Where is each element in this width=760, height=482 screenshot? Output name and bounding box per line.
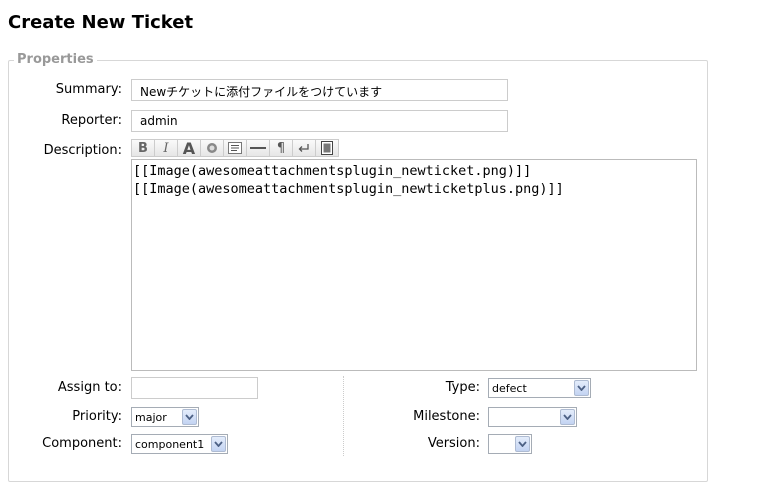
bold-icon: B	[138, 140, 148, 156]
wiki-toolbar: B I A ¶	[131, 138, 339, 158]
heading-button[interactable]: A	[177, 138, 201, 158]
image-button[interactable]	[315, 139, 339, 157]
summary-input[interactable]: Newチケットに添付ファイルをつけています	[131, 79, 508, 101]
milestone-select[interactable]	[488, 407, 577, 427]
type-value: defect	[492, 382, 527, 395]
priority-select[interactable]: major	[131, 407, 199, 427]
reporter-input[interactable]: admin	[131, 110, 508, 132]
column-divider	[343, 376, 344, 456]
heading-icon: A	[182, 138, 196, 158]
chevron-down-icon	[211, 436, 226, 452]
component-value: component1	[135, 438, 205, 451]
type-label: Type:	[445, 380, 480, 395]
horizontal-rule-icon	[250, 147, 266, 149]
type-select[interactable]: defect	[488, 378, 591, 398]
link-icon	[207, 143, 217, 153]
italic-icon: I	[163, 140, 169, 156]
chevron-down-icon	[515, 436, 530, 452]
chevron-down-icon	[574, 380, 589, 396]
chevron-down-icon	[560, 409, 575, 425]
code-block-button[interactable]	[223, 139, 247, 157]
priority-value: major	[135, 411, 167, 424]
properties-legend: Properties	[14, 52, 97, 67]
assign-to-input[interactable]	[131, 377, 258, 399]
assign-to-label: Assign to:	[57, 380, 122, 395]
image-icon	[321, 141, 333, 155]
page-title: Create New Ticket	[8, 12, 194, 33]
code-block-icon	[228, 142, 242, 154]
summary-label: Summary:	[55, 82, 122, 97]
description-label: Description:	[43, 143, 122, 158]
line-break-icon	[298, 144, 309, 152]
italic-button[interactable]: I	[154, 139, 178, 157]
description-textarea[interactable]: [[Image(awesomeattachmentsplugin_newtick…	[131, 159, 697, 371]
reporter-label: Reporter:	[61, 113, 122, 128]
milestone-label: Milestone:	[413, 409, 480, 424]
chevron-down-icon	[182, 409, 197, 425]
horizontal-rule-button[interactable]	[246, 139, 270, 157]
link-button[interactable]	[200, 139, 224, 157]
component-select[interactable]: component1	[131, 434, 228, 454]
bold-button[interactable]: B	[131, 139, 155, 157]
component-label: Component:	[42, 436, 122, 451]
paragraph-icon: ¶	[276, 140, 286, 156]
priority-label: Priority:	[72, 409, 122, 424]
version-select[interactable]	[488, 434, 532, 454]
paragraph-button[interactable]: ¶	[269, 139, 293, 157]
line-break-button[interactable]	[292, 139, 316, 157]
version-label: Version:	[427, 436, 480, 451]
